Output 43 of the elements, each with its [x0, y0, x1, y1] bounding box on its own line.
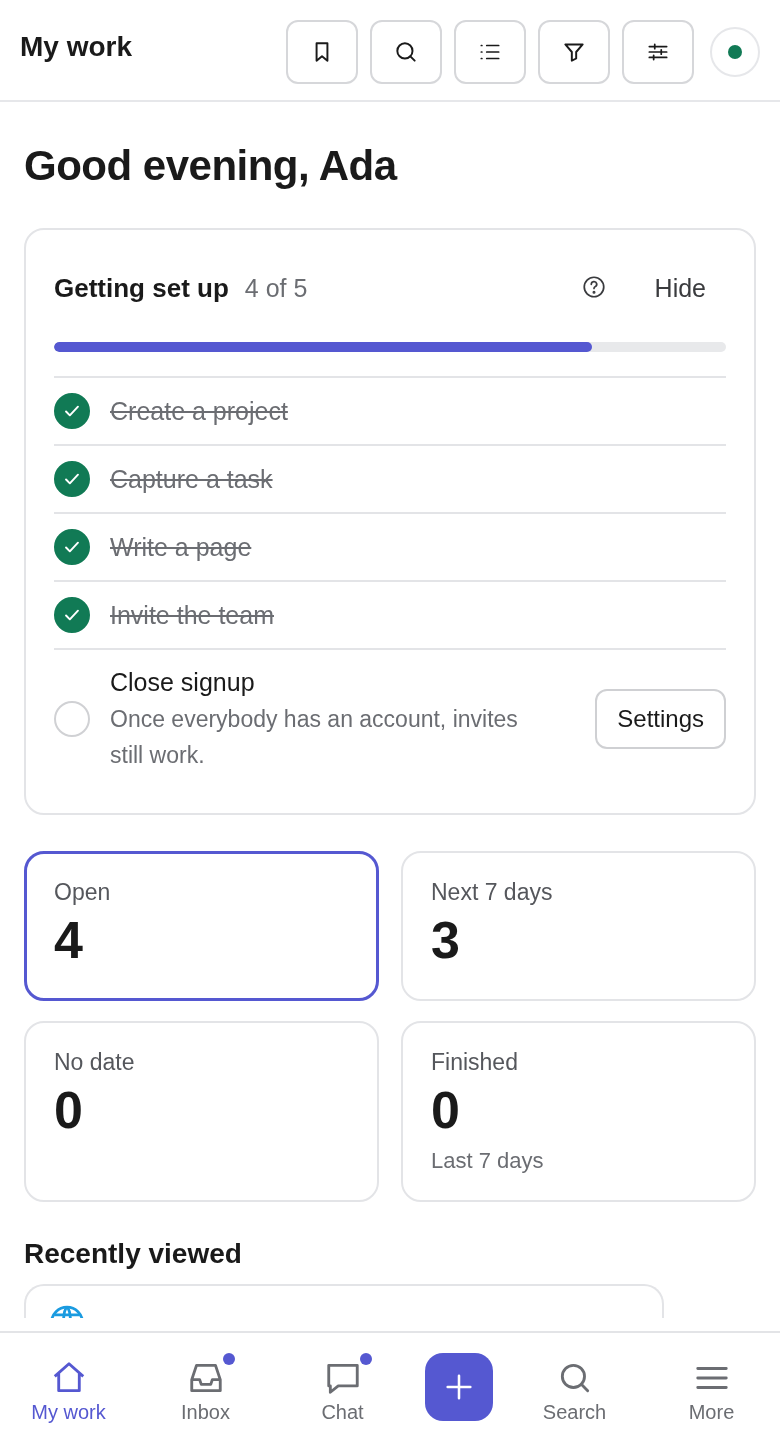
search-icon: [393, 39, 419, 65]
step-label: Invite the team: [110, 600, 275, 630]
stat-value: 3: [431, 910, 461, 970]
section-title: Recently viewed: [24, 1238, 243, 1270]
stat-label: Open: [54, 879, 112, 906]
toolbar-button[interactable]: [538, 20, 610, 84]
step-checkbox[interactable]: [54, 597, 90, 633]
stat-label: Finished: [431, 1049, 519, 1076]
stat-card[interactable]: Next 7 days 3: [401, 851, 756, 1001]
step-label: Create a project: [110, 396, 289, 426]
step-label: Write a page: [110, 532, 253, 562]
stat-card[interactable]: Open 4: [24, 851, 379, 1001]
hide-button[interactable]: Hide: [654, 273, 726, 303]
stat-value: 0: [431, 1080, 461, 1140]
setup-title: Getting set up: [54, 272, 229, 304]
nav-tab[interactable]: Search: [519, 1349, 630, 1424]
avatar-button[interactable]: [710, 27, 760, 77]
step-label: Close signup: [110, 668, 256, 697]
stat-value: 4: [54, 910, 84, 970]
stat-value: 0: [54, 1080, 84, 1140]
step-description: Once everybody has an account, invites still work.: [110, 705, 519, 770]
page-title: My work: [20, 31, 134, 63]
nav-tab[interactable]: More: [656, 1349, 767, 1424]
step-label: Capture a task: [110, 464, 274, 494]
settings-button[interactable]: Settings: [595, 688, 726, 749]
nav-tab[interactable]: My work: [13, 1349, 124, 1424]
step-checkbox[interactable]: [54, 529, 90, 565]
toolbar-button[interactable]: [622, 20, 694, 84]
nav-tab[interactable]: Chat: [287, 1349, 398, 1424]
greeting: Good evening, Ada: [24, 142, 399, 190]
toolbar-button[interactable]: [286, 20, 358, 84]
progress-count: 4 of 5: [244, 273, 308, 303]
globe-icon: [48, 1304, 86, 1318]
step-checkbox[interactable]: [54, 393, 90, 429]
stat-card[interactable]: No date 0: [24, 1021, 379, 1202]
add-button[interactable]: [424, 1352, 493, 1421]
step-checkbox[interactable]: [54, 461, 90, 497]
toolbar-button[interactable]: [370, 20, 442, 84]
stat-label: Next 7 days: [431, 879, 554, 906]
stat-note: Last 7 days: [431, 1148, 545, 1174]
stat-label: No date: [54, 1049, 136, 1076]
nav-tab[interactable]: Inbox: [150, 1349, 261, 1424]
stat-card[interactable]: Finished 0 Last 7 days: [401, 1021, 756, 1202]
